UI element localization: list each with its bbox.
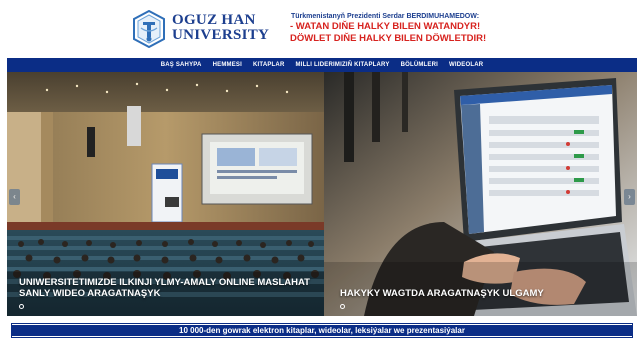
main-nav: BAŞ SAHYPA HEMMESI KITAPLAR MILLI LIDERI… [7,58,637,72]
president-slogan: Türkmenistanyň Prezidenti Serdar BERDIMU… [290,13,487,44]
chevron-right-icon: › [628,192,631,201]
hero-slider: UNIWERSITETIMIZDE ILKINJI YLMY-AMALY ONL… [7,72,637,316]
slogan-attribution: Türkmenistanyň Prezidenti Serdar BERDIMU… [290,13,480,20]
slider-next-button[interactable]: › [624,189,635,205]
slogan-line-1: - WATAN DIŇE HALKY BILEN WATANDYR! [290,21,481,32]
caption-line-2: SANLY WIDEO ARAGATNAŞYK [19,288,161,299]
slide-caption-conference[interactable]: UNIWERSITETIMIZDE ILKINJI YLMY-AMALY ONL… [19,277,310,299]
slide-online-system[interactable]: HAKYKY WAGTDA ARAGATNAŞYK ULGAMY [324,72,637,316]
slide-indicator-dot[interactable] [340,304,345,309]
chevron-left-icon: ‹ [13,192,16,201]
slide-indicator-dot[interactable] [19,304,24,309]
slider-prev-button[interactable]: ‹ [9,189,20,205]
laptop-photo-image [324,72,637,316]
logo-line-1: OGUZ HAN [172,12,256,28]
site-header: OGUZ HAN UNIVERSITY Türkmenistanyň Prezi… [0,0,638,58]
nav-item-all[interactable]: HEMMESI [213,62,242,68]
logo-line-2: UNIVERSITY [172,27,270,43]
university-logo-icon[interactable] [132,9,166,49]
nav-item-books[interactable]: KITAPLAR [253,62,285,68]
slide-caption-online-system[interactable]: HAKYKY WAGTDA ARAGATNAŞYK ULGAMY [340,288,544,299]
logo-wordmark[interactable]: OGUZ HAN UNIVERSITY [172,13,269,43]
slide-conference[interactable]: UNIWERSITETIMIZDE ILKINJI YLMY-AMALY ONL… [7,72,324,316]
slogan-line-2: DÖWLET DIŇE HALKY BILEN DÖWLETDIR! [290,33,487,44]
nav-item-departments[interactable]: BÖLÜMLERI [401,62,438,68]
nav-item-home[interactable]: BAŞ SAHYPA [161,62,202,68]
caption-line-1: UNIWERSITETIMIZDE ILKINJI YLMY-AMALY ONL… [19,277,310,288]
resources-banner[interactable]: 10 000-den gowrak elektron kitaplar, wid… [11,323,633,338]
nav-item-videos[interactable]: WIDEOLAR [449,62,483,68]
nav-item-leader-books[interactable]: MILLI LIDERIMIZIŇ KITAPLARY [296,62,390,68]
